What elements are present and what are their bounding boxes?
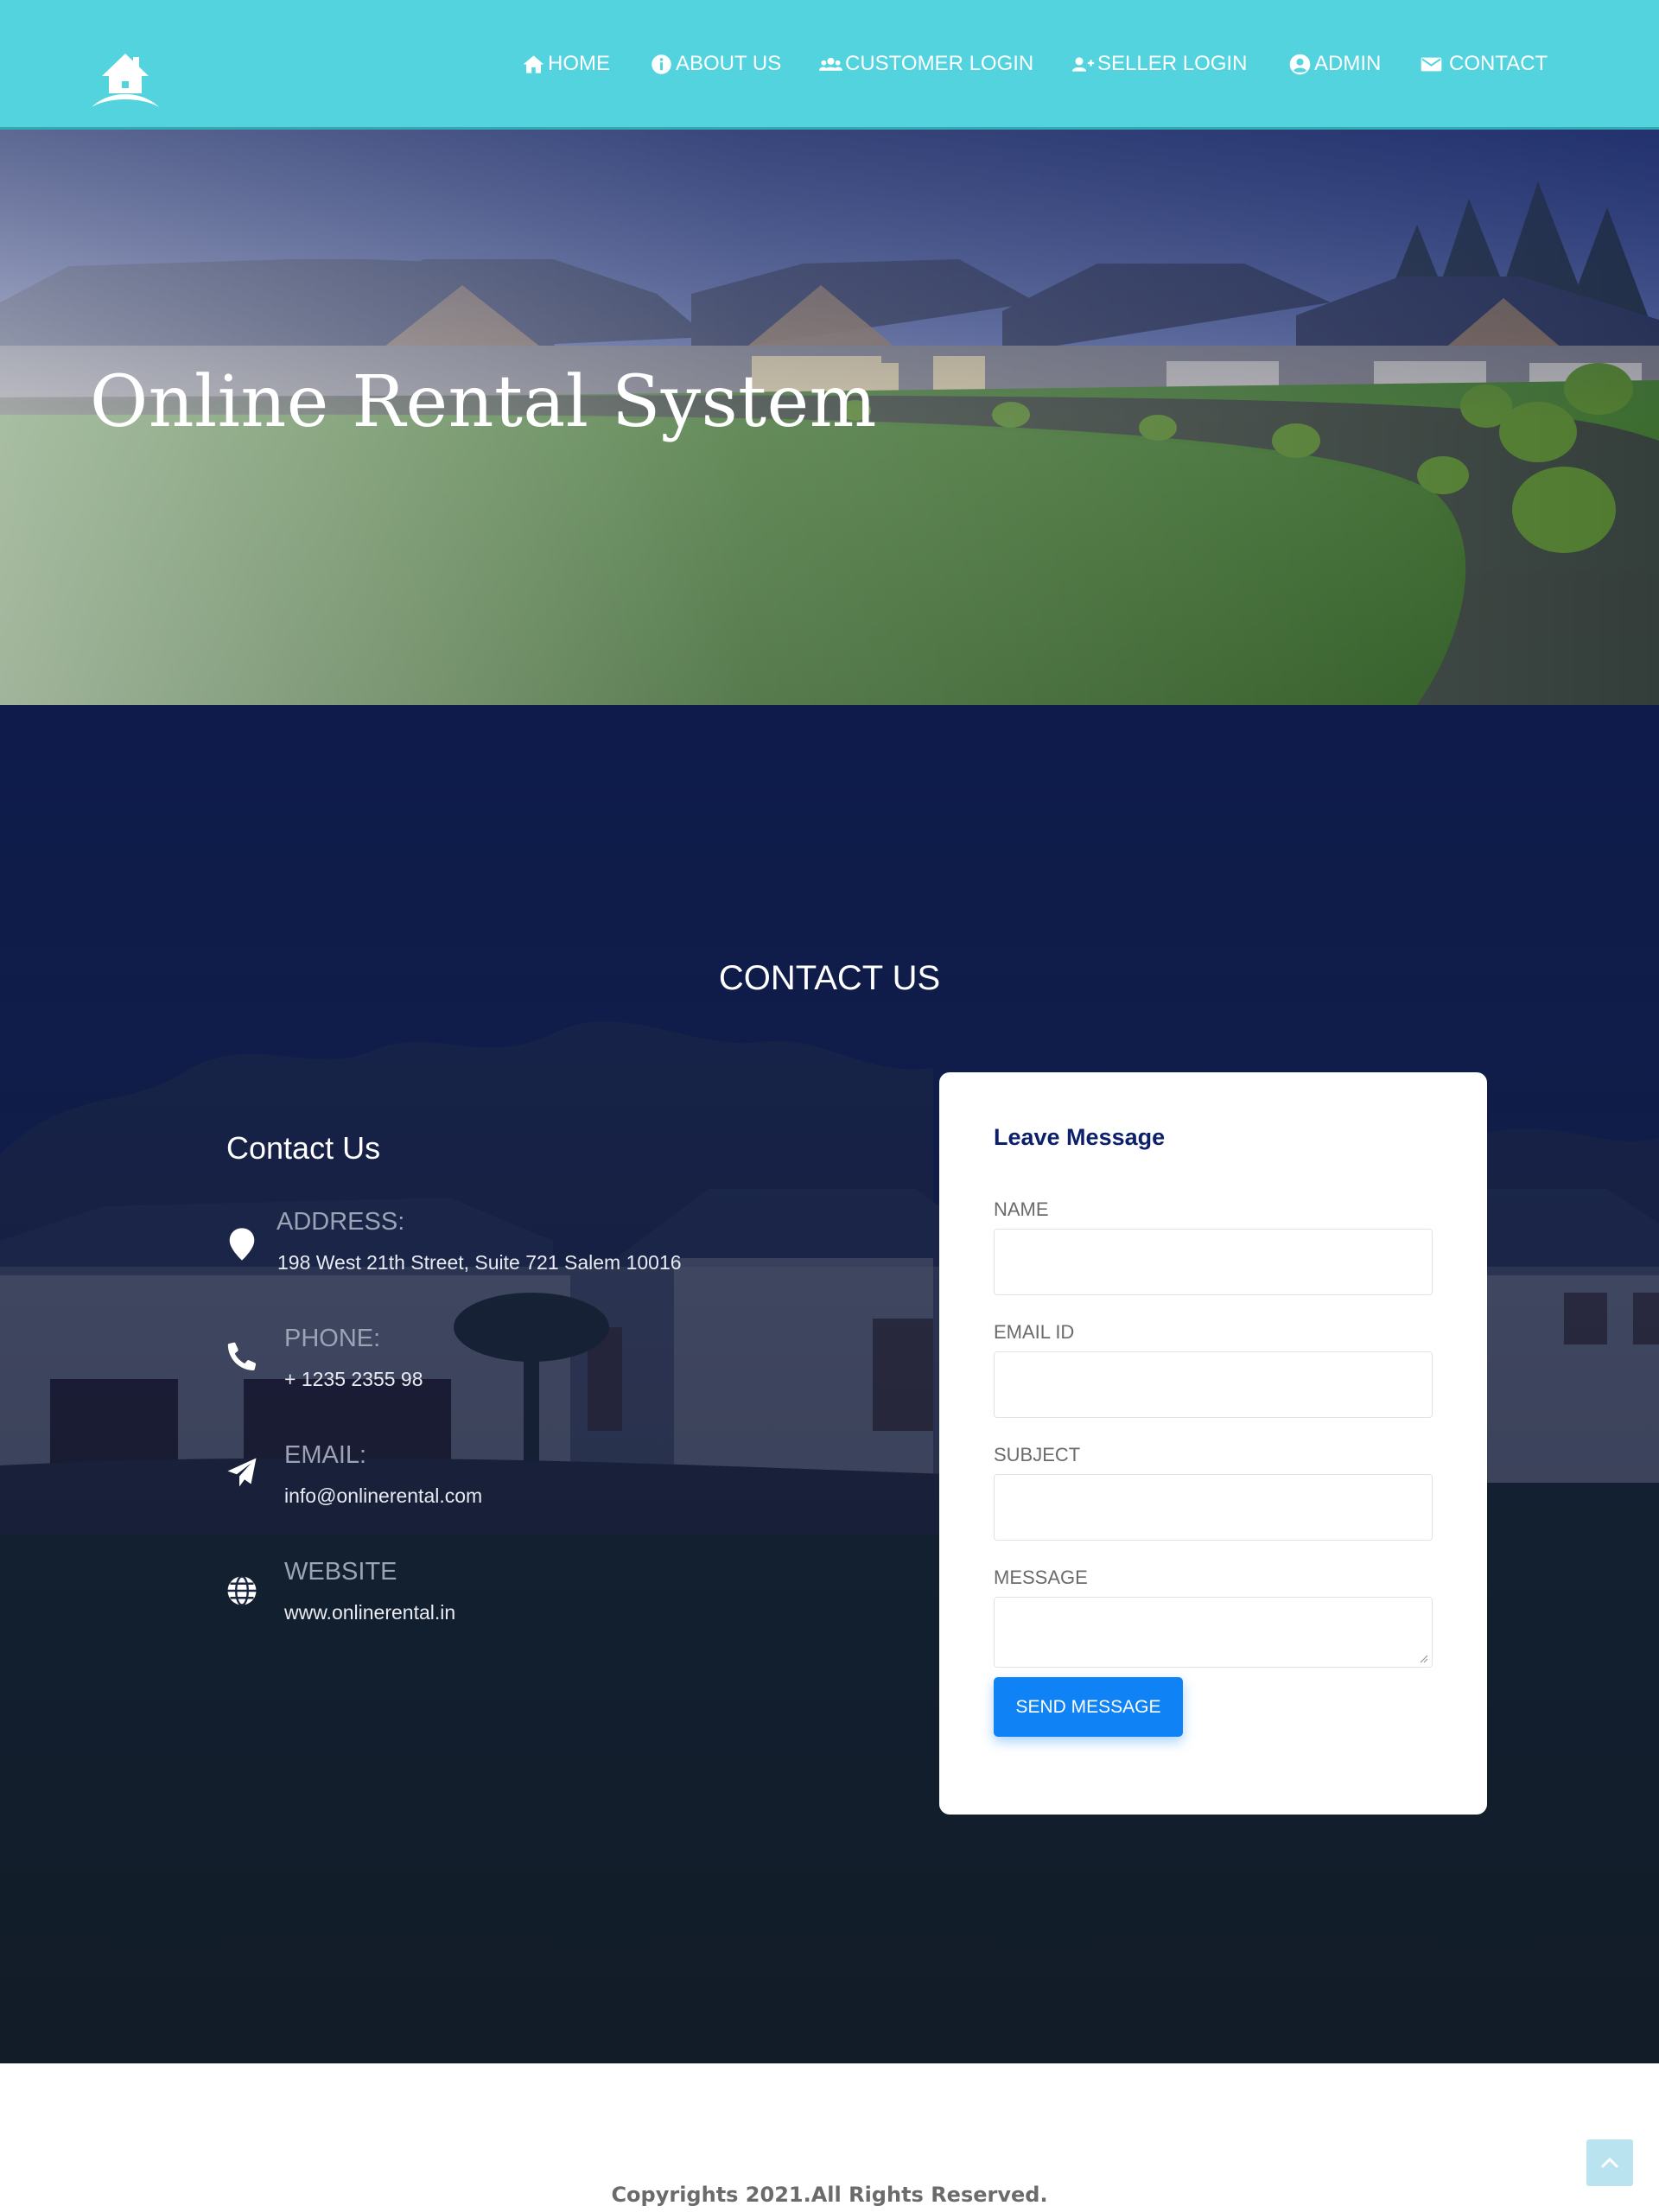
phone-value: + 1235 2355 98 [284, 1368, 423, 1390]
navbar: HOME ABOUT US CUSTOMER LOGIN SELLER LOGI… [0, 0, 1659, 130]
subject-input[interactable] [994, 1474, 1433, 1541]
chevron-up-icon [1600, 2157, 1619, 2169]
nav-contact[interactable]: CONTACT [1420, 48, 1548, 79]
address-label: ADDRESS: [276, 1208, 405, 1236]
website-block: WEBSITE www.onlinerental.in [226, 1558, 831, 1636]
send-message-button[interactable]: SEND MESSAGE [994, 1677, 1183, 1737]
main-nav: HOME ABOUT US CUSTOMER LOGIN SELLER LOGI… [0, 48, 1659, 79]
hero-banner: Online Rental System [0, 130, 1659, 705]
home-icon [523, 54, 544, 73]
address-value: 198 West 21th Street, Suite 721 Salem 10… [277, 1251, 682, 1274]
email-id-label: EMAIL ID [994, 1321, 1075, 1343]
nav-customer-login[interactable]: CUSTOMER LOGIN [819, 48, 1033, 79]
email-label: EMAIL: [284, 1441, 367, 1469]
form-title: Leave Message [994, 1124, 1166, 1150]
map-pin-icon [226, 1227, 257, 1262]
section-title: CONTACT US [718, 959, 941, 997]
nav-home[interactable]: HOME [522, 48, 610, 79]
nav-seller-login-label: SELLER LOGIN [1097, 52, 1248, 75]
nav-seller-login[interactable]: SELLER LOGIN [1071, 48, 1247, 79]
name-input[interactable] [994, 1229, 1433, 1295]
info-circle-icon [652, 54, 671, 74]
footer: Copyrights 2021.All Rights Reserved. [0, 2063, 1659, 2212]
envelope-icon [1421, 57, 1442, 71]
subject-label: SUBJECT [994, 1444, 1081, 1465]
email-id-input[interactable] [994, 1351, 1433, 1418]
leave-message-form: Leave Message NAME EMAIL ID SUBJECT MESS… [939, 1072, 1487, 1815]
message-label: MESSAGE [994, 1567, 1088, 1588]
resize-handle-icon[interactable] [1418, 1653, 1428, 1663]
contact-info-heading: Contact Us [226, 1130, 381, 1166]
website-label: WEBSITE [284, 1558, 397, 1586]
contact-section: CONTACT US Contact Us ADDRESS: 198 West … [0, 705, 1659, 2063]
back-to-top-button[interactable] [1586, 2139, 1633, 2186]
nav-contact-label: CONTACT [1449, 52, 1548, 75]
users-icon [819, 57, 842, 71]
phone-icon [226, 1338, 257, 1373]
nav-admin-label: ADMIN [1314, 52, 1382, 75]
nav-customer-login-label: CUSTOMER LOGIN [845, 52, 1034, 75]
user-circle-icon [1289, 54, 1311, 74]
paper-plane-icon [226, 1455, 257, 1490]
website-value[interactable]: www.onlinerental.in [284, 1601, 455, 1624]
user-plus-icon [1071, 56, 1095, 72]
phone-block: PHONE: + 1235 2355 98 [226, 1325, 831, 1402]
message-textarea[interactable] [994, 1597, 1433, 1668]
hero-title: Online Rental System [90, 361, 877, 443]
phone-label: PHONE: [284, 1325, 381, 1352]
nav-admin[interactable]: ADMIN [1288, 48, 1381, 79]
address-block: ADDRESS: 198 West 21th Street, Suite 721… [226, 1208, 831, 1286]
globe-icon [226, 1573, 257, 1608]
email-value[interactable]: info@onlinerental.com [284, 1484, 482, 1508]
email-block: EMAIL: info@onlinerental.com [226, 1441, 831, 1519]
name-label: NAME [994, 1198, 1049, 1220]
nav-about-us[interactable]: ABOUT US [650, 48, 781, 79]
nav-about-us-label: ABOUT US [676, 52, 782, 75]
nav-home-label: HOME [548, 52, 610, 75]
copyright-text: Copyrights 2021.All Rights Reserved. [611, 2183, 1048, 2207]
